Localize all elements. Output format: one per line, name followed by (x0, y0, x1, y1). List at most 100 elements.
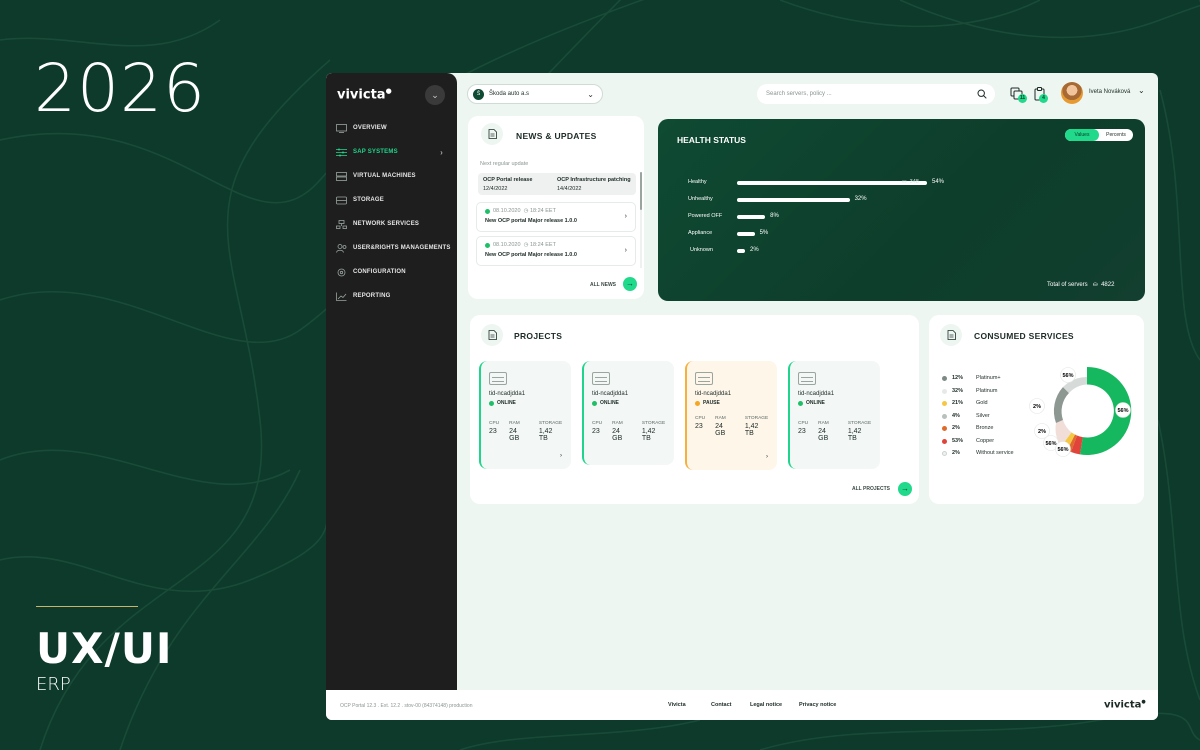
promo-divider (36, 606, 138, 607)
status-badge: ONLINE (489, 400, 563, 406)
storage-value: 1,42 TB (744, 423, 759, 437)
footer-link-vivicta[interactable]: Vivicta (668, 702, 686, 708)
sidebar-item-configuration[interactable]: CONFIGURATION (326, 260, 457, 284)
footer-link-contact[interactable]: Contact (711, 702, 731, 708)
project-status: ONLINE (497, 400, 516, 406)
project-name: tid-ncadjdda1 (489, 391, 526, 397)
chevron-right-icon: › (440, 147, 443, 157)
storage-label: STORAGE (744, 416, 769, 421)
footer-link-privacy[interactable]: Privacy notice (799, 702, 836, 708)
sidebar-nav: OVERVIEW SAP SYSTEMS › VIRTUAL MACHINES … (326, 116, 457, 308)
health-percent: 2% (750, 247, 759, 253)
project-name: tid-ncadjdda1 (798, 391, 835, 397)
project-card[interactable]: tid-ncadjdda1 ONLINE CPU 23 RAM 24 GB STOR… (479, 361, 571, 469)
user-name[interactable]: Iveta Nováková (1089, 89, 1130, 95)
footer-logo[interactable]: vivicta● (1104, 699, 1146, 710)
project-card[interactable]: tid-ncadjdda1 ONLINE CPU 23 RAM 24 GB STOR… (788, 361, 880, 469)
ram-label: RAM (715, 416, 726, 421)
legend-pct: 2% (952, 450, 960, 456)
values-percents-toggle[interactable]: Values Percents (1065, 129, 1133, 141)
health-row-unknown: Unknown 2% (688, 246, 1128, 256)
news-time: 18:24 EET (529, 208, 556, 214)
news-scrollbar[interactable] (640, 172, 642, 268)
health-title: HEALTH STATUS (677, 135, 746, 145)
news-tab-infrastructure[interactable]: OCP Infrastructure patching 14/4/2022 (552, 173, 636, 195)
sliders-icon (336, 148, 347, 156)
search-icon[interactable] (977, 89, 987, 99)
toggle-values[interactable]: Values (1065, 129, 1099, 141)
news-tab-title: OCP Infrastructure patching (557, 177, 631, 183)
sidebar-item-virtual-machines[interactable]: VIRTUAL MACHINES (326, 164, 457, 188)
server-count-value: 348 (909, 179, 919, 185)
search-placeholder: Search servers, policy ... (766, 91, 832, 97)
sidebar-item-sap-systems[interactable]: SAP SYSTEMS › (326, 140, 457, 164)
legend-pct: 21% (952, 400, 964, 406)
cpu-label: CPU (592, 421, 603, 426)
legend-swatch (942, 375, 947, 381)
consumed-title: CONSUMED SERVICES (974, 331, 1074, 341)
avatar[interactable] (1061, 82, 1083, 104)
project-card[interactable]: tid-ncadjdda1 ONLINE CPU 23 RAM 24 GB STOR… (582, 361, 674, 465)
sidebar-item-label: CONFIGURATION (353, 269, 406, 275)
chevron-down-icon: ⌄ (587, 89, 594, 99)
all-projects-link[interactable]: ALL PROJECTS (852, 486, 890, 492)
search-input[interactable]: Search servers, policy ... (757, 84, 995, 104)
health-bar (737, 215, 766, 219)
footer-logo-text: vivicta (1104, 699, 1142, 711)
sidebar-item-user-rights[interactable]: USER&RIGHTS MANAGEMENTS (326, 236, 457, 260)
legend-item: 4% Silver (942, 411, 990, 421)
sidebar-item-label: VIRTUAL MACHINES (353, 173, 416, 179)
sidebar-item-reporting[interactable]: REPORTING (326, 284, 457, 308)
sidebar-collapse-button[interactable]: ⌄ (425, 85, 445, 105)
health-bar (737, 198, 850, 202)
chevron-down-icon[interactable]: ⌄ (1138, 86, 1145, 95)
health-row-healthy: Healthy 54% ⛀ 348 (688, 178, 1128, 188)
network-icon (336, 219, 347, 229)
storage-label: STORAGE (538, 421, 563, 426)
sidebar: vivicta● ⌄ OVERVIEW SAP SYSTEMS › VIRTUA… (326, 73, 457, 690)
monitor-icon (336, 123, 347, 133)
health-row-powered-off: Powered OFF 8% (688, 212, 1128, 222)
list-item[interactable]: 08.10.2020 ◷ 18:24 EET New OCP portal Ma… (476, 202, 636, 232)
sidebar-item-overview[interactable]: OVERVIEW (326, 116, 457, 140)
sidebar-item-storage[interactable]: STORAGE (326, 188, 457, 212)
toggle-percents[interactable]: Percents (1099, 129, 1133, 141)
chevron-right-icon[interactable]: › (766, 454, 768, 460)
chevron-right-icon: › (624, 213, 627, 220)
health-label: Unhealthy (688, 196, 713, 202)
promo-subtitle: ERP (36, 674, 71, 695)
status-dot (485, 208, 490, 214)
footer-link-legal[interactable]: Legal notice (750, 702, 782, 708)
server-icon (798, 372, 816, 385)
all-news-button[interactable]: → (623, 277, 637, 291)
notification-badge: 11 (1018, 94, 1027, 103)
legend-swatch (942, 413, 947, 419)
project-card[interactable]: tid-ncadjdda1 PAUSE CPU 23 RAM 24 GB STORA… (685, 361, 777, 470)
legend-label: Platinum (976, 388, 998, 394)
sidebar-item-network-services[interactable]: NETWORK SERVICES (326, 212, 457, 236)
legend-pct: 32% (952, 388, 964, 394)
footer: OCP Portal 12.3 . Ext. 12.2 . stov-00 (8… (326, 690, 1158, 720)
scrollbar-thumb[interactable] (640, 172, 642, 210)
all-projects-button[interactable]: → (898, 482, 912, 496)
legend-item: 53% Copper (942, 436, 994, 446)
total-servers-value: 4822 (1101, 282, 1115, 288)
project-name: tid-ncadjdda1 (695, 391, 732, 397)
chevron-down-icon: ⌄ (431, 90, 439, 100)
health-label: Unknown (690, 247, 713, 253)
promo-title: UX/UI (36, 624, 173, 673)
legend-pct: 53% (952, 438, 964, 444)
chevron-right-icon[interactable]: › (560, 453, 562, 459)
legend-label: Silver (976, 413, 990, 419)
sidebar-logo[interactable]: vivicta● (337, 87, 392, 102)
company-select[interactable]: Š Škoda auto a.s ⌄ (467, 84, 603, 104)
list-item[interactable]: 08.10.2020 ◷ 18:24 EET New OCP portal Ma… (476, 236, 636, 266)
cpu-label: CPU (489, 421, 500, 426)
news-item-title: New OCP portal Major release 1.0.0 (485, 252, 577, 258)
health-row-unhealthy: Unhealthy 32% (688, 195, 1128, 205)
legend-swatch (942, 400, 947, 406)
status-dot (485, 242, 490, 248)
all-news-link[interactable]: ALL NEWS (590, 282, 616, 288)
legend-label: Without service (976, 450, 1014, 456)
news-tab-portal[interactable]: OCP Portal release 12/4/2022 (478, 173, 558, 195)
